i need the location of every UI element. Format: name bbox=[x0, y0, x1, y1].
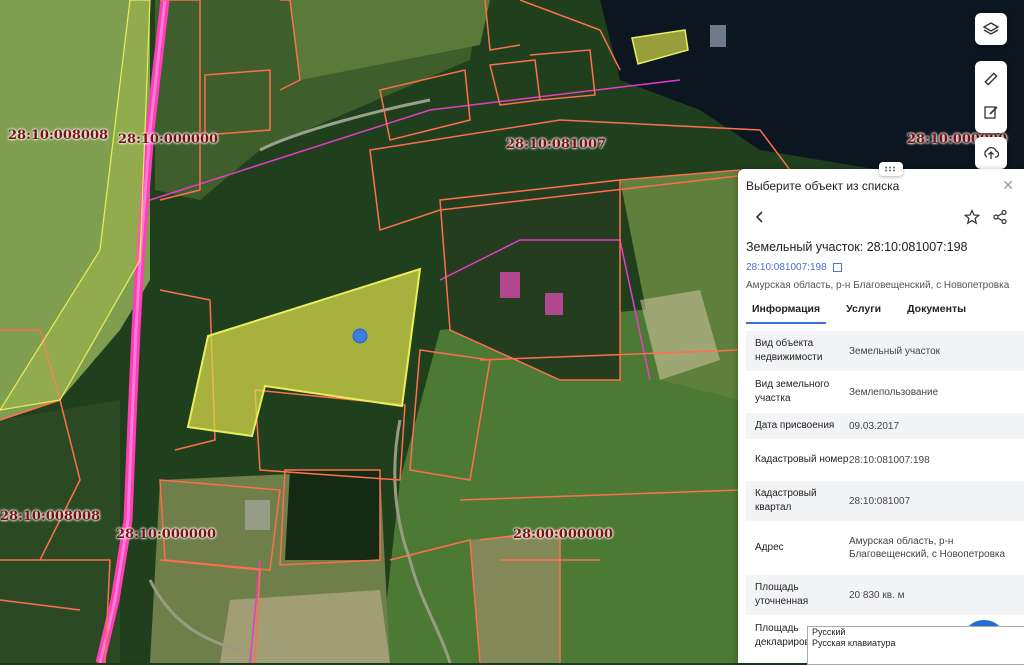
panel-drag-handle[interactable] bbox=[879, 162, 903, 176]
edit-button[interactable] bbox=[975, 97, 1007, 127]
copy-icon[interactable] bbox=[833, 262, 843, 272]
upload-button[interactable] bbox=[975, 137, 1007, 169]
table-row: Кадастровый номер 28:10:081007:198 bbox=[746, 440, 1024, 481]
row-key: Вид земельного участка bbox=[755, 379, 830, 404]
upload-icon bbox=[984, 146, 999, 159]
row-value: Амурская область, р-н Благовещенский, с … bbox=[849, 536, 1006, 560]
location-marker bbox=[352, 328, 368, 344]
row-value: 28:10:081007:198 bbox=[849, 454, 930, 466]
ruler-button[interactable] bbox=[975, 64, 1007, 94]
row-value: Земельный участок bbox=[849, 345, 941, 357]
share-icon[interactable] bbox=[992, 209, 1008, 225]
table-row: Вид объекта недвижимости Земельный участо… bbox=[746, 331, 1024, 372]
cadastral-label: 28:10:081007 bbox=[506, 137, 607, 152]
table-row: Адрес Амурская область, р-н Благовещенски… bbox=[746, 522, 1024, 575]
layers-icon bbox=[983, 22, 999, 35]
row-key: Адрес bbox=[755, 542, 784, 553]
drag-dots-icon bbox=[885, 166, 895, 172]
cadastral-number-link[interactable]: 28:10:081007:198 bbox=[746, 262, 843, 273]
keyboard-layout: Русская клавиатура bbox=[812, 638, 896, 648]
close-icon[interactable]: ✕ bbox=[1002, 177, 1014, 194]
ruler-icon bbox=[984, 72, 998, 86]
info-table: Вид объекта недвижимости Земельный участо… bbox=[746, 331, 1024, 657]
object-title: Земельный участок: 28:10:081007:198 bbox=[746, 240, 968, 254]
row-value: Землепользование bbox=[849, 386, 939, 398]
layers-button[interactable] bbox=[975, 13, 1007, 45]
star-icon[interactable] bbox=[964, 209, 980, 225]
row-key: Вид объекта недвижимости bbox=[755, 338, 823, 363]
cadastral-label: 28:00:000000 bbox=[513, 527, 614, 542]
row-key: Кадастровый номер bbox=[755, 454, 849, 465]
row-key: Площадь уточненная bbox=[755, 582, 809, 607]
row-value: 09.03.2017 bbox=[849, 420, 900, 432]
table-row: Площадь уточненная 20 830 кв. м bbox=[746, 575, 1024, 616]
row-value: 28:10:081007 bbox=[849, 495, 911, 507]
row-key: Дата присвоения bbox=[755, 420, 835, 431]
cadastral-label: 28:10:008008 bbox=[8, 128, 109, 143]
panel-header: Выберите объект из списка bbox=[746, 179, 900, 193]
keyboard-lang: Русский bbox=[812, 627, 846, 637]
info-tabs: Информация Услуги Документы bbox=[746, 302, 986, 324]
back-icon[interactable] bbox=[752, 209, 768, 225]
tab-documents[interactable]: Документы bbox=[901, 302, 972, 322]
table-row: Кадастровый квартал 28:10:081007 bbox=[746, 481, 1024, 522]
edit-icon bbox=[984, 106, 998, 119]
cadastral-label: 28:10:008008 bbox=[0, 509, 101, 524]
cadastral-label: 28:10:000000 bbox=[116, 527, 217, 542]
tab-services[interactable]: Услуги bbox=[840, 302, 887, 322]
keyboard-layout-tooltip: Русский Русская клавиатура bbox=[807, 626, 1024, 665]
cadastral-number-text: 28:10:081007:198 bbox=[746, 262, 827, 273]
object-address: Амурская область, р-н Благовещенский, с … bbox=[746, 280, 1010, 291]
table-row: Вид земельного участка Землепользование bbox=[746, 372, 1024, 413]
measure-tools bbox=[975, 61, 1007, 133]
cadastral-label: 28:10:000000 bbox=[118, 132, 219, 147]
tab-information[interactable]: Информация bbox=[746, 302, 827, 324]
table-row: Дата присвоения 09.03.2017 bbox=[746, 413, 1024, 440]
row-key: Кадастровый квартал bbox=[755, 488, 817, 513]
object-info-panel: Выберите объект из списка ✕ Земельный уч… bbox=[738, 169, 1024, 663]
row-value: 20 830 кв. м bbox=[849, 589, 905, 601]
